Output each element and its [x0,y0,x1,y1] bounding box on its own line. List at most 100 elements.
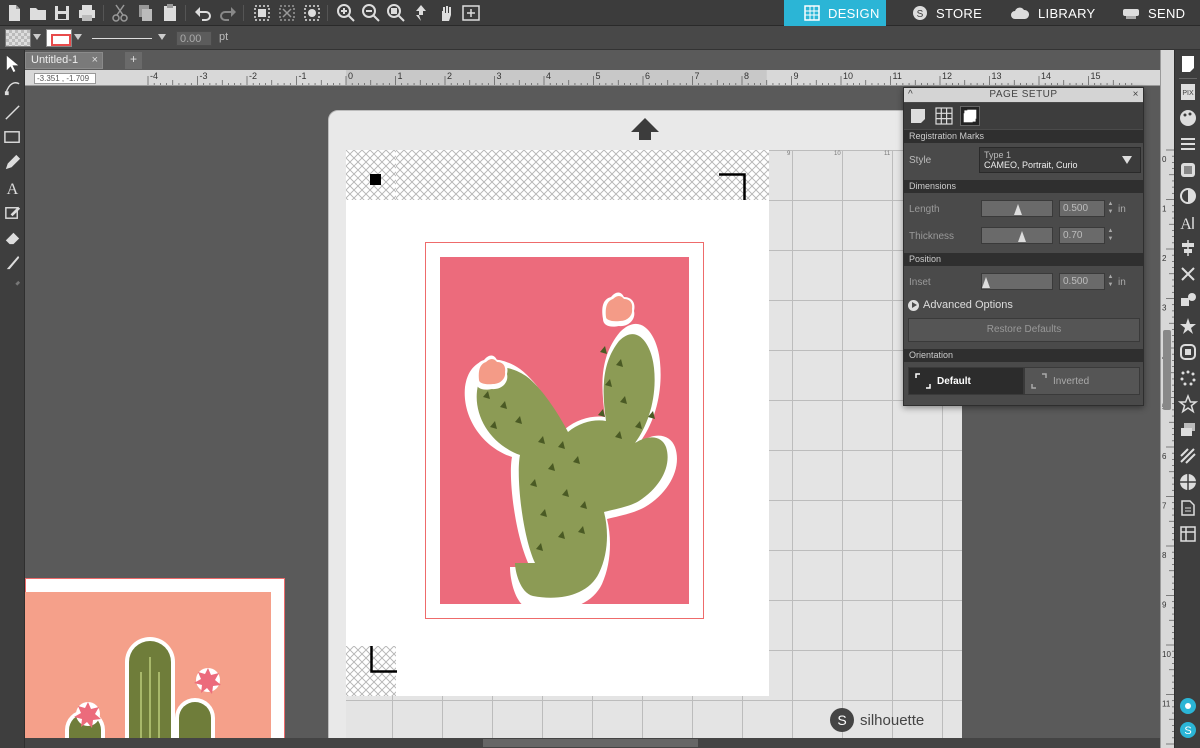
fill-color-swatch[interactable] [5,29,31,47]
nesting-panel-icon[interactable] [1178,446,1198,466]
inset-label: Inset [909,277,931,288]
page-setup-panel-icon[interactable] [1178,54,1198,74]
cut-icon[interactable] [110,3,130,23]
save-icon[interactable] [52,3,72,23]
document-tab[interactable]: Untitled-1 × [25,52,103,69]
thickness-slider[interactable] [981,227,1053,244]
thickness-slider-thumb[interactable] [1018,231,1026,242]
orientation-inverted-button[interactable]: Inverted [1024,367,1140,395]
inset-slider-thumb[interactable] [982,277,990,288]
pencil-tool-icon[interactable] [3,153,22,172]
line-tool-icon[interactable] [3,103,22,122]
redo-icon[interactable] [218,3,238,23]
thickness-stepper[interactable]: ▲ ▼ [1106,227,1115,244]
compound-path-icon[interactable] [302,3,322,23]
fill-tool-icon[interactable] [3,203,22,222]
settings-gear-icon[interactable] [1178,696,1198,716]
hand-icon[interactable] [436,3,456,23]
svg-text:A: A [7,181,19,197]
open-folder-icon[interactable] [28,3,48,23]
registration-marks-tab-icon[interactable] [960,106,980,126]
inset-slider[interactable] [981,273,1053,290]
ungroup-icon[interactable] [277,3,297,23]
eraser-tool-icon[interactable] [3,228,22,247]
length-stepper[interactable]: ▲ ▼ [1106,200,1115,217]
sketch-panel-icon[interactable] [1178,394,1198,414]
zoom-select-icon[interactable] [386,3,406,23]
zoom-out-icon[interactable] [361,3,381,23]
line-color-swatch[interactable] [46,29,72,47]
trace-panel-icon[interactable] [1178,368,1198,388]
panel-title-bar[interactable]: ^ PAGE SETUP × [904,88,1143,102]
rectangle-tool-icon[interactable] [3,128,22,147]
group-icon[interactable] [252,3,272,23]
fit-page-icon[interactable] [461,3,481,23]
orientation-default-button[interactable]: Default [908,367,1024,395]
line-style-panel-icon[interactable] [1178,134,1198,154]
thickness-input[interactable]: 0.70 [1059,227,1105,244]
restore-defaults-button[interactable]: Restore Defaults [908,318,1140,342]
line-color-dropdown-icon[interactable] [74,34,82,40]
prickly-pear-cactus-artwork[interactable] [440,257,689,604]
help-circle-icon[interactable]: S [1178,720,1198,740]
inset-stepper[interactable]: ▲ ▼ [1106,273,1115,290]
pattern-fill-panel-icon[interactable] [1178,472,1198,492]
transform-panel-icon[interactable] [1178,264,1198,284]
close-panel-icon[interactable]: × [1133,88,1139,102]
align-panel-icon[interactable] [1178,238,1198,258]
grid-tab-icon[interactable] [934,106,954,126]
tab-design[interactable]: DESIGN [784,0,886,26]
ruler-tick-label: 6 [1162,452,1167,461]
eyedropper-tool-icon[interactable] [3,278,22,297]
horizontal-scrollbar[interactable] [25,738,1160,748]
paste-icon[interactable] [160,3,180,23]
print-cut-panel-icon[interactable] [1178,524,1198,544]
pan-drag-icon[interactable] [411,3,431,23]
color-palette-icon[interactable] [1178,108,1198,128]
select-tool-icon[interactable] [3,54,22,73]
print-icon[interactable] [77,3,97,23]
length-input[interactable]: 0.500 [1059,200,1105,217]
ruler-tick-label: 15 [1091,71,1101,81]
media-tab-icon[interactable] [908,106,928,126]
modify-panel-icon[interactable] [1178,316,1198,336]
registration-style-select[interactable]: Type 1 CAMEO, Portrait, Curio [979,147,1141,173]
length-slider[interactable] [981,200,1053,217]
line-weight-input[interactable]: 0.00 [176,31,212,46]
shadow-panel-icon[interactable] [1178,186,1198,206]
zoom-in-icon[interactable] [336,3,356,23]
copy-icon[interactable] [135,3,155,23]
close-tab-icon[interactable]: × [92,53,98,68]
undo-icon[interactable] [193,3,213,23]
toolbar-separator [185,5,186,21]
vertical-scroll-thumb[interactable] [1163,330,1171,410]
layers-panel-icon[interactable] [1178,420,1198,440]
collapse-panel-icon[interactable]: ^ [908,88,913,102]
ruler-tick-label: 13 [992,71,1002,81]
knife-tool-icon[interactable] [3,253,22,272]
replicate-panel-icon[interactable] [1178,290,1198,310]
offset-panel-icon[interactable] [1178,342,1198,362]
tab-store[interactable]: S STORE [892,0,992,26]
tab-send[interactable]: SEND [1102,0,1200,26]
text-tool-icon[interactable]: A [3,178,22,197]
line-style-dropdown-icon[interactable] [158,34,166,40]
ruler-tick-label: 3 [497,71,502,81]
tall-cactus-artwork[interactable] [25,592,271,748]
add-tab-button[interactable]: + [125,52,142,69]
pix-scan-icon[interactable]: PIX [1178,82,1198,102]
point-edit-tool-icon[interactable] [3,78,22,97]
text-style-panel-icon[interactable]: A [1178,212,1198,232]
tab-library[interactable]: LIBRARY [990,0,1100,26]
new-file-icon[interactable] [4,3,24,23]
library-panel-icon[interactable] [1178,498,1198,518]
length-slider-thumb[interactable] [1014,204,1022,215]
fill-dropdown-icon[interactable] [33,34,41,40]
toolbar-separator [243,5,244,21]
advanced-options-toggle[interactable]: Advanced Options [908,299,1013,311]
inset-input[interactable]: 0.500 [1059,273,1105,290]
document-tab-bar: Untitled-1 × + [25,51,1160,69]
horizontal-scroll-thumb[interactable] [483,739,698,747]
fill-panel-icon[interactable] [1178,160,1198,180]
ruler-tick-label: -4 [150,71,158,81]
